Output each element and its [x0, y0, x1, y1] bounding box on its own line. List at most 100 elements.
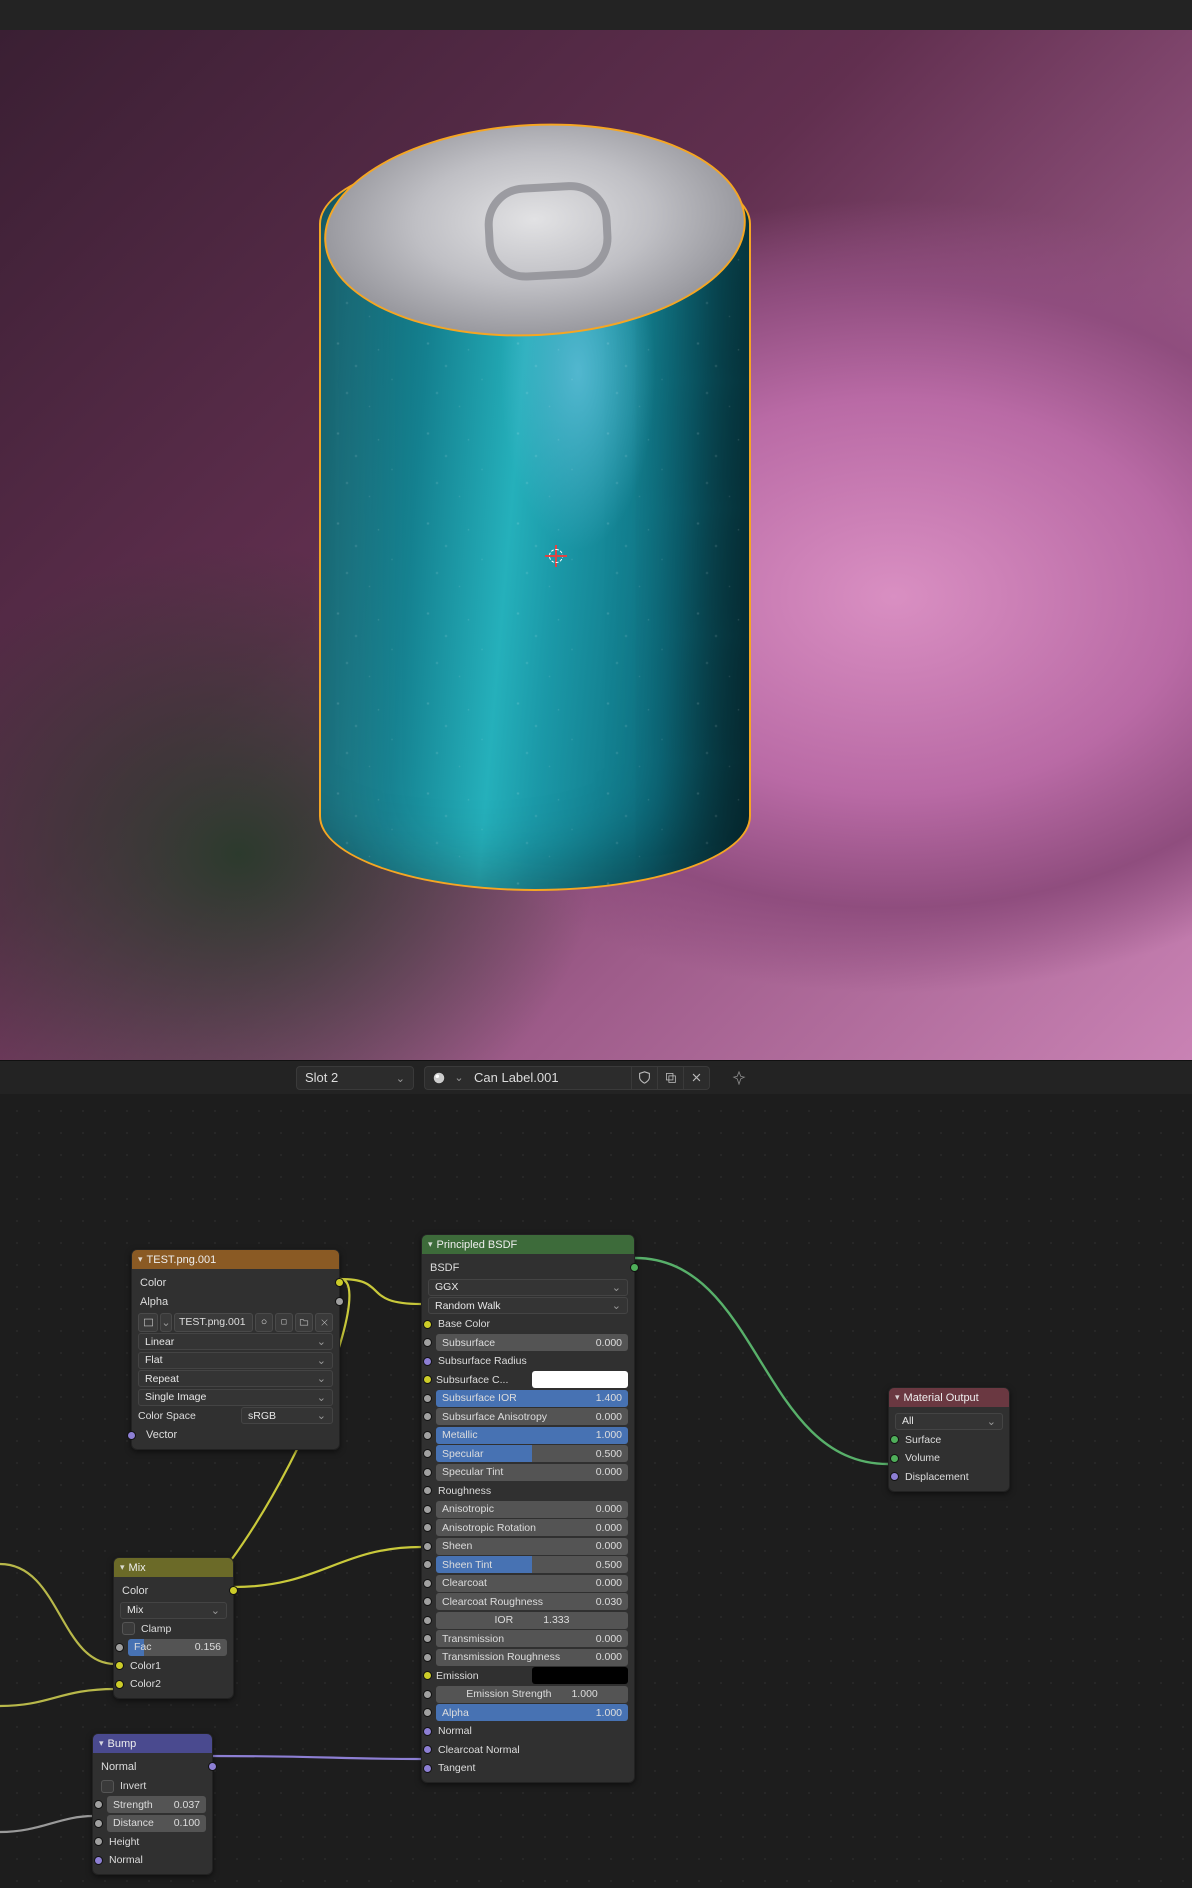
socket-in[interactable]: [423, 1338, 432, 1347]
sss-aniso-slider[interactable]: Subsurface Anisotropy0.000: [436, 1408, 628, 1425]
viewport-3d[interactable]: [0, 30, 1192, 1060]
target-select[interactable]: All: [895, 1413, 1003, 1430]
socket-sss-radius-in[interactable]: [423, 1357, 432, 1366]
socket-in[interactable]: [423, 1708, 432, 1717]
socket-color2-in[interactable]: [115, 1680, 124, 1689]
socket-in[interactable]: [423, 1431, 432, 1440]
socket-in[interactable]: [423, 1653, 432, 1662]
image-users-button[interactable]: ○: [255, 1313, 273, 1332]
node-principled-bsdf[interactable]: ▾ Principled BSDF BSDF GGX Random Walk B…: [421, 1234, 635, 1783]
node-image-texture[interactable]: ▾ TEST.png.001 Color Alpha TEST.png.001 …: [131, 1249, 340, 1450]
colorspace-select[interactable]: sRGB: [241, 1407, 333, 1424]
clearcoat-slider[interactable]: Clearcoat0.000: [436, 1575, 628, 1592]
socket-fac-in[interactable]: [115, 1643, 124, 1652]
socket-in[interactable]: [423, 1542, 432, 1551]
material-slot-select[interactable]: Slot 2: [296, 1066, 414, 1090]
socket-color-out[interactable]: [335, 1278, 344, 1287]
socket-in[interactable]: [423, 1690, 432, 1699]
socket-tangent-in[interactable]: [423, 1764, 432, 1773]
socket-height-in[interactable]: [94, 1837, 103, 1846]
socket-color1-in[interactable]: [115, 1661, 124, 1670]
strength-slider[interactable]: Strength0.037: [107, 1796, 206, 1813]
sss-ior-slider[interactable]: Subsurface IOR1.400: [436, 1390, 628, 1407]
socket-in[interactable]: [423, 1634, 432, 1643]
sheen-tint-slider[interactable]: Sheen Tint0.500: [436, 1556, 628, 1573]
distribution-select[interactable]: GGX: [428, 1279, 628, 1296]
socket-in[interactable]: [423, 1616, 432, 1625]
node-material-output[interactable]: ▾ Material Output All Surface Volume Dis…: [888, 1387, 1010, 1492]
socket-bsdf-out[interactable]: [630, 1263, 639, 1272]
transmission-rough-slider[interactable]: Transmission Roughness0.000: [436, 1649, 628, 1666]
material-browse-button[interactable]: [424, 1066, 452, 1090]
socket-distance-in[interactable]: [94, 1819, 103, 1828]
socket-vector-in[interactable]: [127, 1431, 136, 1440]
socket-displacement-in[interactable]: [890, 1472, 899, 1481]
anisotropic-slider[interactable]: Anisotropic0.000: [436, 1501, 628, 1518]
image-open-button[interactable]: [295, 1313, 313, 1332]
socket-strength-in[interactable]: [94, 1800, 103, 1809]
socket-clearcoat-normal-in[interactable]: [423, 1745, 432, 1754]
socket-emission-in[interactable]: [423, 1671, 432, 1680]
specular-slider[interactable]: Specular0.500: [436, 1445, 628, 1462]
socket-in[interactable]: [423, 1560, 432, 1569]
node-editor-canvas[interactable]: ▾ TEST.png.001 Color Alpha TEST.png.001 …: [0, 1094, 1192, 1888]
image-close-button[interactable]: [315, 1313, 333, 1332]
socket-in[interactable]: [423, 1449, 432, 1458]
socket-sss-color-in[interactable]: [423, 1375, 432, 1384]
aniso-rot-slider[interactable]: Anisotropic Rotation0.000: [436, 1519, 628, 1536]
socket-in[interactable]: [423, 1579, 432, 1588]
socket-in[interactable]: [423, 1523, 432, 1532]
image-browse-chevron[interactable]: [160, 1313, 172, 1332]
clamp-checkbox[interactable]: Clamp: [122, 1620, 225, 1637]
clearcoat-rough-slider[interactable]: Clearcoat Roughness0.030: [436, 1593, 628, 1610]
sheen-slider[interactable]: Sheen0.000: [436, 1538, 628, 1555]
node-header[interactable]: ▾ Principled BSDF: [422, 1235, 634, 1254]
image-browse-button[interactable]: [138, 1313, 158, 1332]
distance-slider[interactable]: Distance0.100: [107, 1815, 206, 1832]
alpha-slider[interactable]: Alpha1.000: [436, 1704, 628, 1721]
projection-select[interactable]: Flat: [138, 1352, 333, 1369]
socket-surface-in[interactable]: [890, 1435, 899, 1444]
socket-normal-in[interactable]: [423, 1727, 432, 1736]
unlink-material-button[interactable]: [684, 1066, 710, 1090]
node-header[interactable]: ▾ TEST.png.001: [132, 1250, 339, 1269]
socket-in[interactable]: [423, 1468, 432, 1477]
transmission-slider[interactable]: Transmission0.000: [436, 1630, 628, 1647]
socket-roughness-in[interactable]: [423, 1486, 432, 1495]
fake-user-button[interactable]: [632, 1066, 658, 1090]
image-unlink-button[interactable]: [275, 1313, 293, 1332]
emission-color-swatch[interactable]: [532, 1667, 628, 1684]
subsurface-color-swatch[interactable]: [532, 1371, 628, 1388]
node-header[interactable]: ▾ Mix: [114, 1558, 233, 1577]
source-select[interactable]: Single Image: [138, 1389, 333, 1406]
socket-color-out[interactable]: [229, 1586, 238, 1595]
material-name-field[interactable]: Can Label.001: [466, 1066, 632, 1090]
ior-slider[interactable]: IOR1.333: [436, 1612, 628, 1629]
socket-volume-in[interactable]: [890, 1454, 899, 1463]
blend-mode-select[interactable]: Mix: [120, 1602, 227, 1619]
metallic-slider[interactable]: Metallic1.000: [436, 1427, 628, 1444]
node-bump[interactable]: ▾ Bump Normal Invert Strength0.037 Dista…: [92, 1733, 213, 1875]
subsurface-slider[interactable]: Subsurface0.000: [436, 1334, 628, 1351]
specular-tint-slider[interactable]: Specular Tint0.000: [436, 1464, 628, 1481]
node-mix-rgb[interactable]: ▾ Mix Color Mix Clamp Fac0.156 Color1 Co…: [113, 1557, 234, 1699]
fac-slider[interactable]: Fac0.156: [128, 1639, 227, 1656]
emission-strength-slider[interactable]: Emission Strength1.000: [436, 1686, 628, 1703]
socket-normal-out[interactable]: [208, 1762, 217, 1771]
socket-basecolor-in[interactable]: [423, 1320, 432, 1329]
socket-in[interactable]: [423, 1597, 432, 1606]
socket-in[interactable]: [423, 1505, 432, 1514]
pin-button[interactable]: [726, 1066, 752, 1090]
interpolation-select[interactable]: Linear: [138, 1333, 333, 1350]
extension-select[interactable]: Repeat: [138, 1370, 333, 1387]
socket-normal-in[interactable]: [94, 1856, 103, 1865]
socket-alpha-out[interactable]: [335, 1297, 344, 1306]
node-header[interactable]: ▾ Material Output: [889, 1388, 1009, 1407]
socket-in[interactable]: [423, 1394, 432, 1403]
material-browse-chevron[interactable]: [452, 1066, 466, 1090]
image-name-field[interactable]: TEST.png.001: [174, 1313, 253, 1332]
sss-method-select[interactable]: Random Walk: [428, 1297, 628, 1314]
new-material-button[interactable]: [658, 1066, 684, 1090]
invert-checkbox[interactable]: Invert: [101, 1778, 204, 1795]
node-header[interactable]: ▾ Bump: [93, 1734, 212, 1753]
